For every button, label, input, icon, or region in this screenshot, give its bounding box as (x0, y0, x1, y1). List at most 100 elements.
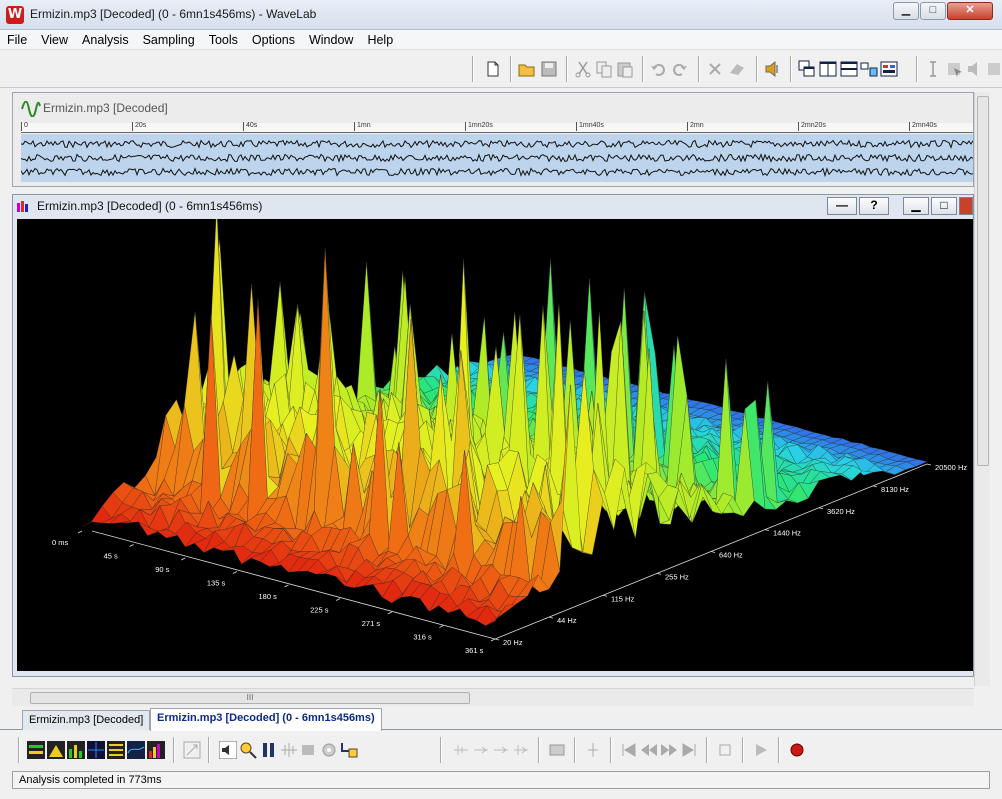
horizontal-scrollbar[interactable]: III (12, 688, 974, 706)
child-close-button[interactable] (959, 197, 973, 215)
meter2-icon[interactable] (47, 741, 65, 759)
toolbar-separator (698, 56, 700, 82)
toolbar-separator (18, 737, 20, 763)
cd-icon[interactable] (548, 741, 566, 759)
time-tick-label: 45 s (104, 552, 118, 561)
eraser-icon[interactable] (728, 60, 746, 78)
speaker-icon[interactable] (764, 60, 782, 78)
minimize-button[interactable]: ▁ (893, 2, 919, 20)
pause-icon[interactable] (260, 741, 278, 759)
marker-icon[interactable] (584, 741, 602, 759)
tab-analysis[interactable]: Ermizin.mp3 [Decoded] (0 - 6mn1s456ms) (150, 708, 382, 731)
transport-toolbar (0, 731, 1002, 769)
toolbar-separator (742, 737, 744, 763)
ruler-tick: 20s (132, 122, 146, 131)
vertical-scroll-thumb[interactable] (977, 96, 989, 466)
menu-analysis[interactable]: Analysis (75, 30, 136, 50)
frequency-tick-label: 640 Hz (719, 551, 743, 560)
time-tick-label: 225 s (310, 606, 329, 615)
frequency-tick-label: 20 Hz (503, 638, 523, 647)
frequency-tick-label: 115 Hz (611, 594, 634, 603)
magnify-icon[interactable] (239, 741, 257, 759)
cut-icon[interactable] (574, 60, 592, 78)
toolbar-separator (778, 737, 780, 763)
arrow-icon[interactable] (492, 741, 510, 759)
undo-icon[interactable] (650, 60, 668, 78)
meter5-icon[interactable] (107, 741, 125, 759)
menu-file[interactable]: File (0, 30, 34, 50)
wave-edit-icon[interactable] (280, 741, 298, 759)
menu-window[interactable]: Window (302, 30, 360, 50)
batch-icon[interactable] (340, 741, 358, 759)
menu-tools[interactable]: Tools (202, 30, 245, 50)
vertical-scrollbar[interactable] (974, 92, 990, 686)
goto-start-icon[interactable] (620, 741, 638, 759)
new-file-icon[interactable] (484, 60, 502, 78)
tab-waveform[interactable]: Ermizin.mp3 [Decoded] (22, 710, 151, 730)
line-mode-button[interactable]: — (827, 197, 857, 215)
meter6-icon[interactable] (127, 741, 145, 759)
copy-icon[interactable] (595, 60, 613, 78)
toolbar-separator (706, 737, 708, 763)
cascade-icon[interactable] (798, 60, 816, 78)
cross-icon[interactable] (472, 741, 490, 759)
layout2-icon[interactable] (880, 60, 898, 78)
arrow2-icon[interactable] (512, 741, 530, 759)
ruler-tick: 1mn40s (576, 122, 604, 131)
resize-icon[interactable] (183, 741, 201, 759)
meter1-icon[interactable] (27, 741, 45, 759)
overview-waveform[interactable] (21, 134, 973, 182)
rewind-icon[interactable] (640, 741, 658, 759)
meter3-icon[interactable] (67, 741, 85, 759)
stop-icon[interactable] (716, 741, 734, 759)
toolbar-separator (916, 56, 918, 82)
child-minimize-button[interactable]: ▁ (903, 197, 929, 215)
help-button[interactable]: ? (859, 197, 889, 215)
window-title: Ermizin.mp3 [Decoded] (0 - 6mn1s456ms) -… (30, 7, 317, 21)
time-tick-label: 361 s (465, 646, 484, 655)
spectrum-3d-plot[interactable]: 0 ms 45 s 90 s 135 s 180 s 225 s 271 s 316 s 361… (17, 219, 973, 671)
tile-horizontal-icon[interactable] (840, 60, 858, 78)
record-icon[interactable] (788, 741, 806, 759)
tile-icon[interactable] (819, 60, 837, 78)
speaker-play-icon[interactable] (219, 741, 237, 759)
layout-icon[interactable] (860, 60, 878, 78)
cursor-icon[interactable] (924, 60, 942, 78)
close-button[interactable]: ✕ (947, 2, 993, 20)
menu-help[interactable]: Help (360, 30, 400, 50)
block-icon[interactable] (300, 741, 318, 759)
frequency-tick-label: 1440 Hz (773, 529, 801, 538)
ruler-tick: 0 (21, 122, 28, 131)
redo-icon[interactable] (670, 60, 688, 78)
goto-end-icon[interactable] (680, 741, 698, 759)
time-ruler[interactable]: 0 20s 40s 1mn 1mn20s 1mn40s 2mn 2mn20s 2… (21, 122, 973, 133)
ruler-tick: 2mn40s (909, 122, 937, 131)
horizontal-scroll-thumb[interactable]: III (30, 692, 470, 704)
select-icon[interactable] (946, 60, 964, 78)
ruler-tick: 1mn20s (465, 122, 493, 131)
forward-icon[interactable] (660, 741, 678, 759)
child-maximize-button[interactable]: □ (931, 197, 957, 215)
open-folder-icon[interactable] (518, 60, 536, 78)
meter4-icon[interactable] (87, 741, 105, 759)
menu-view[interactable]: View (34, 30, 75, 50)
toolbar-separator (208, 737, 210, 763)
menu-options[interactable]: Options (245, 30, 302, 50)
frequency-tick-label: 3620 Hz (827, 507, 855, 516)
menu-sampling[interactable]: Sampling (136, 30, 202, 50)
overview-pane: Ermizin.mp3 [Decoded] 0 20s 40s 1mn 1mn2… (12, 92, 974, 187)
time-tick-label: 135 s (207, 579, 226, 588)
speaker2-icon[interactable] (966, 60, 984, 78)
meter7-icon[interactable] (147, 741, 165, 759)
delete-icon[interactable] (706, 60, 724, 78)
dots-icon[interactable] (986, 60, 1002, 78)
toolbar-separator (173, 737, 175, 763)
wave-icon (21, 101, 41, 117)
loop-icon[interactable] (452, 741, 470, 759)
maximize-button[interactable]: □ (920, 2, 946, 20)
paste-icon[interactable] (616, 60, 634, 78)
play-icon[interactable] (752, 741, 770, 759)
main-toolbar (0, 50, 1002, 88)
gear-icon[interactable] (320, 741, 338, 759)
save-icon[interactable] (540, 60, 558, 78)
